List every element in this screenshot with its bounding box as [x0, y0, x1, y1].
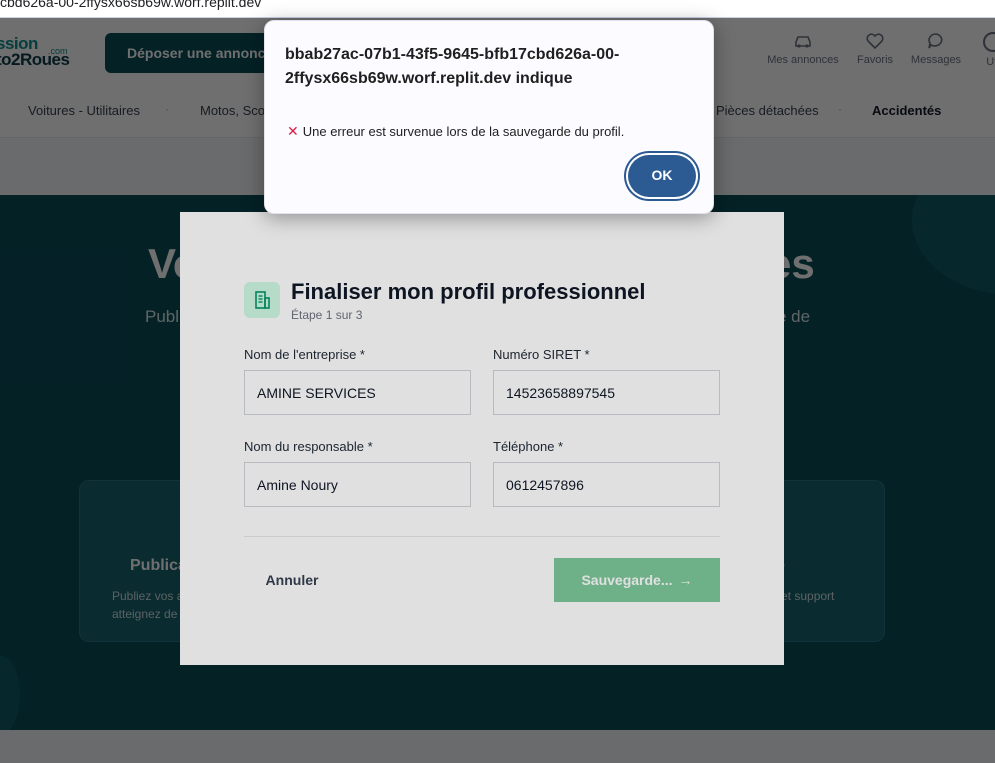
url-text: cbd626a-00-2ffysx66sb69w.worf.replit.dev [0, 0, 262, 10]
error-x-icon: ✕ [287, 123, 299, 139]
alert-message: ✕ Une erreur est survenue lors de la sauv… [287, 123, 624, 140]
alert-message-text: Une erreur est survenue lors de la sauve… [302, 124, 625, 139]
ok-button[interactable]: OK [628, 155, 696, 197]
browser-url-bar[interactable]: cbd626a-00-2ffysx66sb69w.worf.replit.dev [0, 0, 995, 18]
browser-alert-dialog: bbab27ac-07b1-43f5-9645-bfb17cbd626a-00-… [264, 20, 714, 214]
alert-origin: bbab27ac-07b1-43f5-9645-bfb17cbd626a-00-… [285, 46, 620, 87]
